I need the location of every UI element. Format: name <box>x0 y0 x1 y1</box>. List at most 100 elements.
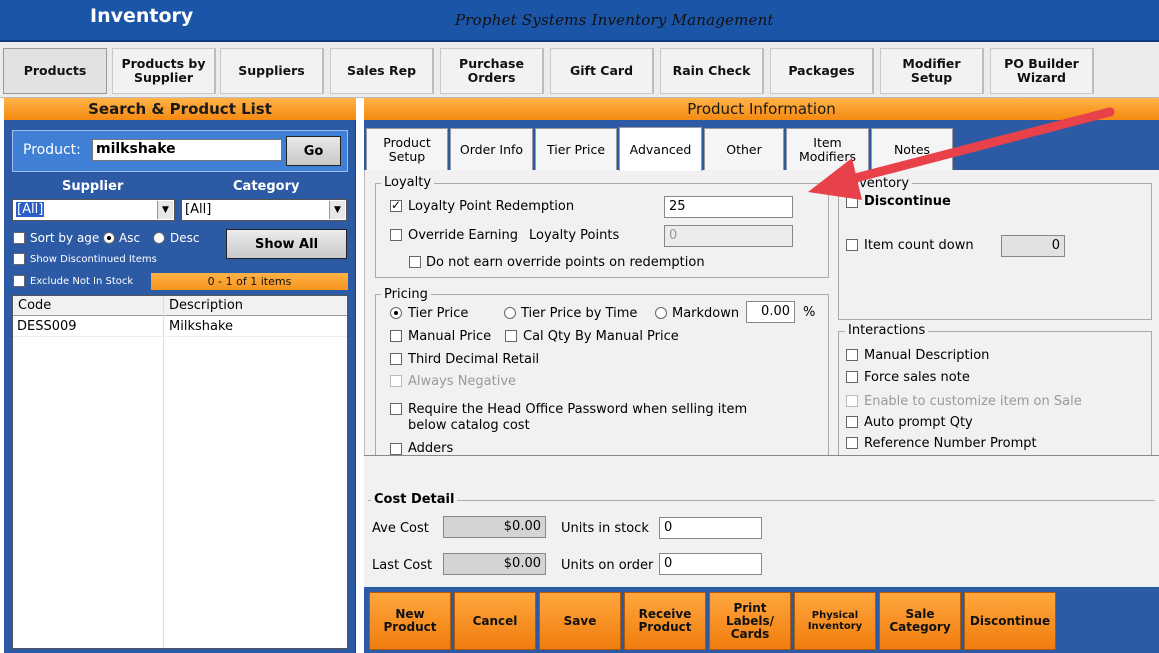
require-password-checkbox[interactable] <box>390 403 402 415</box>
tab-order-info[interactable]: Order Info <box>450 128 533 170</box>
nav-tab-packages[interactable]: Packages <box>770 48 874 94</box>
cancel-button[interactable]: Cancel <box>454 592 536 650</box>
nav-tab-modifier-setup[interactable]: Modifier Setup <box>880 48 984 94</box>
print-labels-button[interactable]: Print Labels/ Cards <box>709 592 791 650</box>
percent-label: % <box>803 305 816 320</box>
desc-label: Desc <box>170 231 200 245</box>
nav-tab-products[interactable]: Products <box>3 48 107 94</box>
column-header-code[interactable]: Code <box>18 298 51 313</box>
adders-checkbox[interactable] <box>390 443 402 455</box>
last-cost-label: Last Cost <box>372 558 433 573</box>
show-discontinued-label: Show Discontinued Items <box>30 254 157 265</box>
column-header-description[interactable]: Description <box>169 298 243 313</box>
product-grid: Code Description DESS009 Milkshake <box>12 295 348 649</box>
auto-prompt-qty-checkbox[interactable] <box>846 416 858 428</box>
nav-tab-po-builder-wizard[interactable]: PO Builder Wizard <box>990 48 1094 94</box>
tab-product-setup[interactable]: Product Setup <box>366 128 448 170</box>
units-in-stock-label: Units in stock <box>561 521 649 536</box>
sort-by-age-label: Sort by age <box>30 231 100 245</box>
discontinue-button[interactable]: Discontinue <box>964 592 1056 650</box>
search-panel-header: Search & Product List <box>4 98 356 120</box>
units-on-order-input[interactable]: 0 <box>659 553 762 575</box>
exclude-not-in-stock-checkbox[interactable] <box>13 275 25 287</box>
window-title: Inventory <box>90 5 194 27</box>
cell-description: Milkshake <box>169 319 234 334</box>
category-select[interactable]: [All] ▼ <box>181 199 347 221</box>
receive-product-button[interactable]: Receive Product <box>624 592 706 650</box>
supplier-select-value: [All] <box>16 202 45 217</box>
ave-cost-label: Ave Cost <box>372 521 429 536</box>
chevron-down-icon[interactable]: ▼ <box>157 201 173 219</box>
tier-price-radio[interactable] <box>390 307 402 319</box>
tier-price-by-time-radio[interactable] <box>504 307 516 319</box>
sort-by-age-checkbox[interactable] <box>13 232 25 244</box>
supplier-label: Supplier <box>62 179 124 194</box>
loyalty-points-label: Loyalty Points <box>529 228 620 243</box>
top-nav: Products Products by Supplier Suppliers … <box>0 42 1159 98</box>
loyalty-points-input: 0 <box>664 225 793 247</box>
require-password-label-2: below catalog cost <box>408 418 530 433</box>
item-count-input: 0 <box>1001 235 1065 257</box>
adders-label: Adders <box>408 441 454 454</box>
new-product-button[interactable]: New Product <box>369 592 451 650</box>
manual-price-checkbox[interactable] <box>390 330 402 342</box>
tab-other[interactable]: Other <box>704 128 784 170</box>
reference-number-checkbox[interactable] <box>846 437 858 449</box>
physical-inventory-button[interactable]: Physical Inventory <box>794 592 876 650</box>
nav-tab-gift-card[interactable]: Gift Card <box>550 48 654 94</box>
auto-prompt-qty-label: Auto prompt Qty <box>864 415 973 430</box>
third-decimal-checkbox[interactable] <box>390 353 402 365</box>
units-on-order-label: Units on order <box>561 558 654 573</box>
item-count-down-checkbox[interactable] <box>846 239 858 251</box>
category-select-value: [All] <box>185 202 212 217</box>
save-button[interactable]: Save <box>539 592 621 650</box>
loyalty-redemption-input[interactable]: 25 <box>664 196 793 218</box>
manual-price-label: Manual Price <box>408 329 492 344</box>
always-negative-label: Always Negative <box>408 374 517 389</box>
interactions-group-title: Interactions <box>845 323 929 338</box>
units-in-stock-input[interactable]: 0 <box>659 517 762 539</box>
tab-advanced[interactable]: Advanced <box>619 127 702 171</box>
always-negative-checkbox <box>390 375 402 387</box>
product-search-input[interactable]: milkshake <box>92 139 282 161</box>
pricing-group-title: Pricing <box>381 287 431 302</box>
require-password-label: Require the Head Office Password when se… <box>408 402 748 417</box>
column-divider <box>163 296 164 648</box>
markdown-label: Markdown <box>672 306 740 321</box>
cell-code: DESS009 <box>17 319 77 334</box>
manual-description-checkbox[interactable] <box>846 349 858 361</box>
show-all-button[interactable]: Show All <box>226 229 347 259</box>
desc-radio[interactable] <box>153 232 165 244</box>
nav-tab-products-by-supplier[interactable]: Products by Supplier <box>112 48 216 94</box>
nav-tab-purchase-orders[interactable]: Purchase Orders <box>440 48 544 94</box>
enable-customize-label: Enable to customize item on Sale <box>864 394 1082 409</box>
loyalty-redemption-checkbox[interactable] <box>390 198 402 212</box>
markdown-input[interactable]: 0.00 <box>746 301 795 323</box>
no-override-points-checkbox[interactable] <box>409 256 421 268</box>
nav-tab-sales-rep[interactable]: Sales Rep <box>330 48 434 94</box>
supplier-select[interactable]: [All] ▼ <box>12 199 175 221</box>
show-discontinued-checkbox[interactable] <box>13 253 25 265</box>
tier-price-label: Tier Price <box>408 306 469 321</box>
markdown-radio[interactable] <box>655 307 667 319</box>
asc-radio[interactable] <box>103 232 115 244</box>
tab-tier-price[interactable]: Tier Price <box>535 128 617 170</box>
cal-qty-checkbox[interactable] <box>505 330 517 342</box>
override-earning-checkbox[interactable] <box>390 229 402 241</box>
grid-header: Code Description <box>13 296 347 316</box>
items-count: 0 - 1 of 1 items <box>151 273 348 290</box>
exclude-not-in-stock-label: Exclude Not In Stock <box>30 276 134 287</box>
force-sales-note-checkbox[interactable] <box>846 371 858 383</box>
annotation-arrow-icon <box>808 107 1115 200</box>
no-override-points-label: Do not earn override points on redemptio… <box>426 255 705 270</box>
nav-tab-suppliers[interactable]: Suppliers <box>220 48 324 94</box>
chevron-down-icon[interactable]: ▼ <box>329 201 345 219</box>
category-label: Category <box>233 179 300 194</box>
table-row[interactable]: DESS009 Milkshake <box>13 317 347 337</box>
enable-customize-checkbox <box>846 395 858 407</box>
nav-tab-rain-check[interactable]: Rain Check <box>660 48 764 94</box>
reference-number-label: Reference Number Prompt <box>864 436 1037 451</box>
ave-cost-field: $0.00 <box>443 516 546 538</box>
go-button[interactable]: Go <box>286 136 341 166</box>
sale-category-button[interactable]: Sale Category <box>879 592 961 650</box>
